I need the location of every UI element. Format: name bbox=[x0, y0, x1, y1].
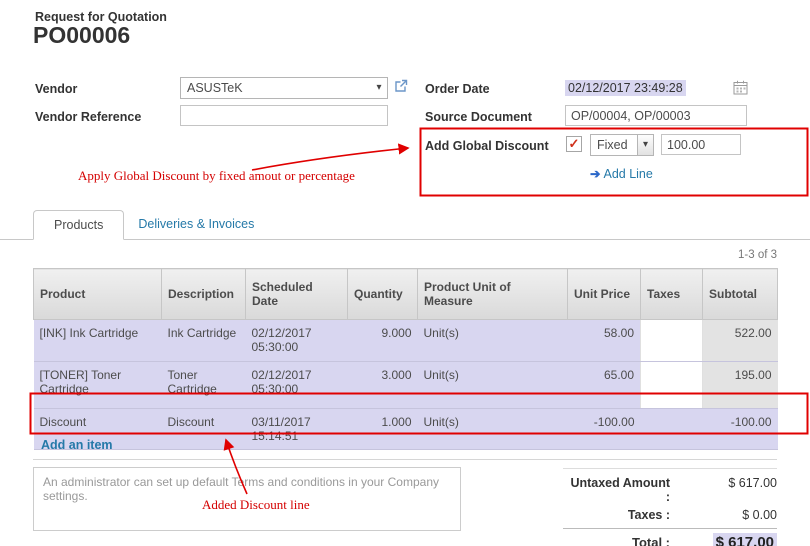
add-line-label: Add Line bbox=[603, 167, 652, 181]
add-line-link[interactable]: ➔Add Line bbox=[590, 166, 653, 181]
table-row: [INK] Ink Cartridge Ink Cartridge 02/12/… bbox=[34, 320, 778, 362]
col-subtotal[interactable]: Subtotal bbox=[703, 269, 778, 320]
rfq-form: Request for Quotation PO00006 Vendor ASU… bbox=[0, 0, 810, 546]
taxes-label: Taxes : bbox=[563, 508, 670, 522]
untaxed-amount-value: $ 617.00 bbox=[670, 476, 777, 490]
cell-description[interactable]: Toner Cartridge bbox=[162, 362, 246, 409]
notebook-tabbar: Products Deliveries & Invoices bbox=[0, 211, 810, 240]
cell-product[interactable]: [INK] Ink Cartridge bbox=[34, 320, 162, 362]
col-uom[interactable]: Product Unit of Measure bbox=[418, 269, 568, 320]
cell-unit-price[interactable]: 65.00 bbox=[568, 362, 641, 409]
cell-quantity[interactable]: 9.000 bbox=[348, 320, 418, 362]
tab-deliveries-invoices[interactable]: Deliveries & Invoices bbox=[124, 210, 268, 239]
discount-amount-input[interactable] bbox=[661, 134, 741, 155]
discount-type-value: Fixed bbox=[591, 138, 637, 152]
cell-description[interactable]: Ink Cartridge bbox=[162, 320, 246, 362]
cell-scheduled-date[interactable]: 02/12/2017 05:30:00 bbox=[246, 362, 348, 409]
annotation-global-discount-note: Apply Global Discount by fixed amout or … bbox=[78, 168, 355, 184]
col-description[interactable]: Description bbox=[162, 269, 246, 320]
calendar-icon[interactable] bbox=[733, 80, 748, 100]
check-icon: ✓ bbox=[569, 136, 580, 151]
col-scheduled-date[interactable]: Scheduled Date bbox=[246, 269, 348, 320]
table-header-row: Product Description Scheduled Date Quant… bbox=[34, 269, 778, 320]
total-row: Total : $ 617.00 bbox=[563, 528, 777, 546]
vendor-reference-input[interactable] bbox=[180, 105, 388, 126]
cell-scheduled-date[interactable]: 02/12/2017 05:30:00 bbox=[246, 320, 348, 362]
vendor-reference-label: Vendor Reference bbox=[35, 110, 141, 124]
untaxed-amount-row: Untaxed Amount : $ 617.00 bbox=[563, 474, 777, 506]
chevron-down-icon[interactable]: ▾ bbox=[637, 135, 653, 155]
annotation-arrow-global-discount bbox=[252, 148, 408, 170]
taxes-row: Taxes : $ 0.00 bbox=[563, 506, 777, 524]
arrow-right-icon: ➔ bbox=[590, 167, 600, 181]
vendor-select[interactable]: ASUSTeK ▾ bbox=[180, 77, 388, 99]
cell-product[interactable]: [TONER] Toner Cartridge bbox=[34, 362, 162, 409]
pager[interactable]: 1-3 of 3 bbox=[738, 249, 777, 261]
add-an-item-link[interactable]: Add an item bbox=[33, 432, 777, 460]
source-document-label: Source Document bbox=[425, 110, 532, 124]
untaxed-amount-label: Untaxed Amount : bbox=[563, 476, 670, 504]
vendor-label: Vendor bbox=[35, 82, 77, 96]
source-document-input[interactable] bbox=[565, 105, 747, 126]
total-label: Total : bbox=[563, 535, 670, 546]
col-quantity[interactable]: Quantity bbox=[348, 269, 418, 320]
global-discount-checkbox[interactable]: ✓ bbox=[566, 136, 582, 152]
vendor-value: ASUSTeK bbox=[181, 81, 371, 95]
annotation-discount-line-note: Added Discount line bbox=[202, 497, 310, 513]
order-date-label: Order Date bbox=[425, 82, 490, 96]
col-product[interactable]: Product bbox=[34, 269, 162, 320]
cell-uom[interactable]: Unit(s) bbox=[418, 320, 568, 362]
order-lines-table: Product Description Scheduled Date Quant… bbox=[33, 268, 778, 450]
table-row: [TONER] Toner Cartridge Toner Cartridge … bbox=[34, 362, 778, 409]
cell-taxes[interactable] bbox=[641, 320, 703, 362]
col-taxes[interactable]: Taxes bbox=[641, 269, 703, 320]
total-value: $ 617.00 bbox=[670, 534, 777, 546]
page-title: PO00006 bbox=[33, 22, 130, 49]
cell-uom[interactable]: Unit(s) bbox=[418, 362, 568, 409]
global-discount-label: Add Global Discount bbox=[425, 139, 549, 153]
col-unit-price[interactable]: Unit Price bbox=[568, 269, 641, 320]
chevron-down-icon[interactable]: ▾ bbox=[371, 78, 387, 98]
cell-taxes[interactable] bbox=[641, 362, 703, 409]
cell-subtotal[interactable]: 195.00 bbox=[703, 362, 778, 409]
tab-products[interactable]: Products bbox=[33, 210, 124, 240]
discount-type-select[interactable]: Fixed ▾ bbox=[590, 134, 654, 156]
external-link-icon[interactable] bbox=[394, 79, 408, 98]
cell-unit-price[interactable]: 58.00 bbox=[568, 320, 641, 362]
taxes-value: $ 0.00 bbox=[670, 508, 777, 522]
order-date-value[interactable]: 02/12/2017 23:49:28 bbox=[565, 80, 686, 96]
totals-panel: Untaxed Amount : $ 617.00 Taxes : $ 0.00… bbox=[563, 468, 777, 546]
cell-quantity[interactable]: 3.000 bbox=[348, 362, 418, 409]
cell-subtotal[interactable]: 522.00 bbox=[703, 320, 778, 362]
